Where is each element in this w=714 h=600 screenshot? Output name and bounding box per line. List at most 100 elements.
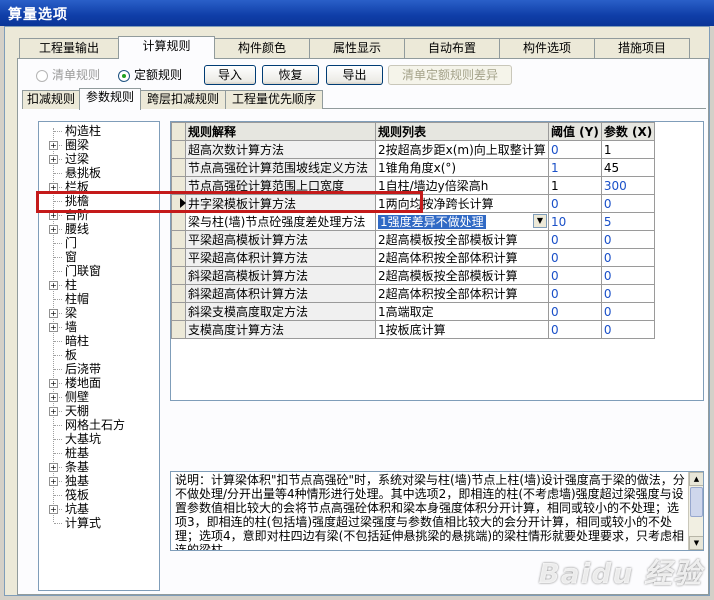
tree-item[interactable]: 网格土石方 (65, 418, 125, 432)
threshold-cell[interactable]: 0 (548, 284, 602, 303)
tab-auto-layout[interactable]: 自动布置 (404, 38, 500, 58)
tree-item[interactable]: 侧壁 (65, 390, 89, 404)
param-cell[interactable]: 1 (600, 140, 656, 159)
param-cell[interactable]: 0 (600, 194, 656, 213)
rule-row[interactable]: 节点高强砼计算范围上口宽度 1自柱/墙边y倍梁高h 1 300 (171, 176, 656, 195)
param-cell[interactable]: 0 (600, 320, 656, 339)
rule-row[interactable]: 节点高强砼计算范围坡线定义方法 1锥角角度x(°) 1 45 (171, 158, 656, 177)
expand-plus-icon[interactable]: + (49, 477, 58, 486)
param-cell[interactable]: 0 (600, 266, 656, 285)
rule-row[interactable]: 斜梁支模高度取定方法 1高端取定 0 0 (171, 302, 656, 321)
rule-list-cell[interactable]: 2超高模板按全部模板计算 (375, 266, 549, 285)
tree-item[interactable]: 筏板 (65, 488, 89, 502)
expand-plus-icon[interactable]: + (49, 393, 58, 402)
radio-quota-rules[interactable]: 定额规则 (118, 67, 182, 83)
expand-plus-icon[interactable]: + (49, 155, 58, 164)
rule-row[interactable]: 支模高度计算方法 1按板底计算 0 0 (171, 320, 656, 339)
tree-item[interactable]: 构造柱 (65, 124, 101, 138)
param-cell[interactable]: 0 (600, 302, 656, 321)
rule-row[interactable]: 斜梁超高模板计算方法 2超高模板按全部模板计算 0 0 (171, 266, 656, 285)
threshold-cell[interactable]: 0 (548, 248, 602, 267)
subtab-deduction-rules[interactable]: 扣减规则 (22, 90, 80, 109)
rule-row[interactable]: 井字梁模板计算方法 1两向均按净跨长计算 0 0 (171, 194, 656, 213)
tree-item[interactable]: 楼地面 (65, 376, 101, 390)
rule-name-cell[interactable]: 平梁超高模板计算方法 (185, 230, 376, 249)
param-cell[interactable]: 0 (600, 230, 656, 249)
threshold-cell[interactable]: 1 (548, 176, 602, 195)
expand-plus-icon[interactable]: + (49, 141, 58, 150)
tree-item[interactable]: 板 (65, 348, 77, 362)
subtab-param-rules[interactable]: 参数规则 (79, 88, 141, 110)
description-scrollbar[interactable]: ▲ ▼ (688, 472, 703, 550)
tab-output[interactable]: 工程量输出 (19, 38, 119, 58)
rule-name-cell[interactable]: 梁与柱(墙)节点砼强度差处理方法 (185, 212, 376, 231)
tree-item[interactable]: 墙 (65, 320, 77, 334)
rule-row[interactable]: 超高次数计算方法 2按超高步距x(m)向上取整计算 0 1 (171, 140, 656, 159)
tab-attributes[interactable]: 属性显示 (309, 38, 405, 58)
tree-item[interactable]: 柱帽 (65, 292, 89, 306)
threshold-cell[interactable]: 10 (548, 212, 602, 231)
expand-plus-icon[interactable]: + (49, 323, 58, 332)
tree-item[interactable]: 柱 (65, 278, 77, 292)
rule-list-cell[interactable]: 1强度差异不做处理 ▼ (375, 212, 549, 231)
tree-item[interactable]: 挑檐 (65, 194, 89, 208)
rule-name-cell[interactable]: 节点高强砼计算范围坡线定义方法 (185, 158, 376, 177)
rule-name-cell[interactable]: 超高次数计算方法 (185, 140, 376, 159)
rule-name-cell[interactable]: 斜梁超高模板计算方法 (185, 266, 376, 285)
tree-item[interactable]: 过梁 (65, 152, 89, 166)
tree-item[interactable]: 门 (65, 236, 77, 250)
rule-list-cell[interactable]: 2超高模板按全部模板计算 (375, 230, 549, 249)
rule-name-cell[interactable]: 斜梁超高体积计算方法 (185, 284, 376, 303)
import-button[interactable]: 导入 (204, 65, 256, 85)
tree-item[interactable]: 腰线 (65, 222, 89, 236)
tree-item[interactable]: 坑基 (65, 502, 89, 516)
tab-calc-rules[interactable]: 计算规则 (118, 36, 215, 59)
tree-item[interactable]: 大基坑 (65, 432, 101, 446)
radio-list-rules[interactable]: 清单规则 (36, 67, 100, 83)
restore-button[interactable]: 恢复 (262, 65, 319, 85)
tree-item[interactable]: 门联窗 (65, 264, 101, 278)
threshold-cell[interactable]: 0 (548, 266, 602, 285)
tree-item[interactable]: 条基 (65, 460, 89, 474)
threshold-cell[interactable]: 0 (548, 194, 602, 213)
export-button[interactable]: 导出 (326, 65, 383, 85)
threshold-cell[interactable]: 0 (548, 140, 602, 159)
param-cell[interactable]: 0 (600, 248, 656, 267)
rule-row[interactable]: 平梁超高体积计算方法 2超高体积按全部体积计算 0 0 (171, 248, 656, 267)
subtab-cross-floor-rules[interactable]: 跨层扣减规则 (140, 90, 226, 109)
tab-colors[interactable]: 构件颜色 (214, 38, 310, 58)
param-cell[interactable]: 5 (600, 212, 656, 231)
rule-list-cell[interactable]: 1高端取定 (375, 302, 549, 321)
dropdown-arrow-icon[interactable]: ▼ (533, 214, 547, 228)
expand-plus-icon[interactable]: + (49, 211, 58, 220)
rule-row[interactable]: 斜梁超高体积计算方法 2超高体积按全部体积计算 0 0 (171, 284, 656, 303)
threshold-cell[interactable]: 1 (548, 158, 602, 177)
tree-item[interactable]: 暗柱 (65, 334, 89, 348)
subtab-priority-order[interactable]: 工程量优先顺序 (225, 90, 323, 109)
expand-plus-icon[interactable]: + (49, 281, 58, 290)
rule-diff-button[interactable]: 清单定额规则差异 (388, 65, 512, 85)
rule-name-cell[interactable]: 支模高度计算方法 (185, 320, 376, 339)
rule-list-cell[interactable]: 2超高体积按全部体积计算 (375, 248, 549, 267)
expand-plus-icon[interactable]: + (49, 505, 58, 514)
tree-item[interactable]: 后浇带 (65, 362, 101, 376)
scroll-thumb[interactable] (690, 487, 703, 517)
expand-plus-icon[interactable]: + (49, 379, 58, 388)
tree-item[interactable]: 计算式 (65, 516, 101, 530)
scroll-up-icon[interactable]: ▲ (689, 472, 703, 486)
tree-item[interactable]: 台阶 (65, 208, 89, 222)
threshold-cell[interactable]: 0 (548, 230, 602, 249)
expand-plus-icon[interactable]: + (49, 309, 58, 318)
rule-list-cell[interactable]: 1按板底计算 (375, 320, 549, 339)
rule-name-cell[interactable]: 井字梁模板计算方法 (185, 194, 376, 213)
tree-item[interactable]: 悬挑板 (65, 166, 101, 180)
rule-list-cell[interactable]: 1锥角角度x(°) (375, 158, 549, 177)
param-cell[interactable]: 300 (600, 176, 656, 195)
tab-measures[interactable]: 措施项目 (594, 38, 690, 58)
tree-item[interactable]: 栏板 (65, 180, 89, 194)
threshold-cell[interactable]: 0 (548, 302, 602, 321)
threshold-cell[interactable]: 0 (548, 320, 602, 339)
tab-component-options[interactable]: 构件选项 (499, 38, 595, 58)
combo-selected-value[interactable]: 1强度差异不做处理 (378, 214, 486, 229)
rule-name-cell[interactable]: 节点高强砼计算范围上口宽度 (185, 176, 376, 195)
